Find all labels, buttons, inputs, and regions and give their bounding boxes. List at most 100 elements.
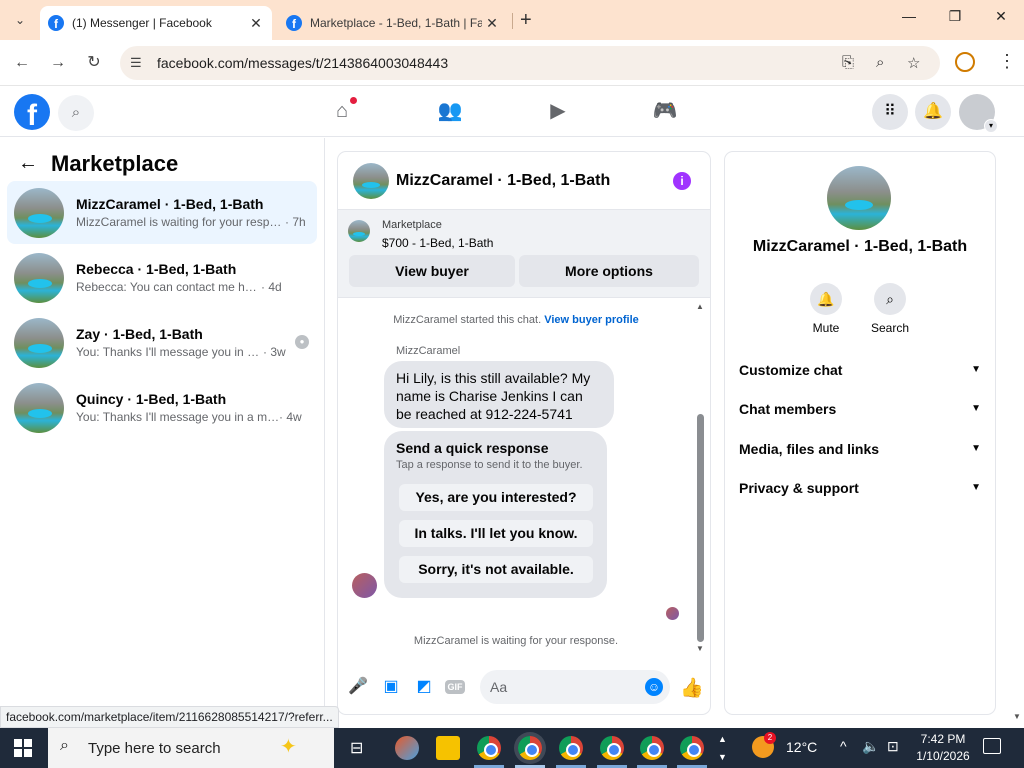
message-input[interactable] — [480, 670, 670, 704]
more-options-button[interactable]: More options — [519, 255, 699, 287]
window-close-button[interactable]: ✕ — [978, 8, 1024, 32]
chrome-icon[interactable] — [640, 736, 664, 760]
chat-started-text: MizzCaramel started this chat. — [393, 314, 542, 326]
scrollbar-thumb[interactable] — [697, 414, 704, 642]
conversation-item[interactable]: Zay · 1-Bed, 1-Bath You: Thanks I'll mes… — [7, 311, 317, 374]
facebook-logo[interactable]: f — [14, 94, 50, 130]
conversation-item[interactable]: Quincy · 1-Bed, 1-Bath You: Thanks I'll … — [7, 376, 317, 439]
section-customize-chat[interactable]: Customize chat ▼ — [739, 359, 981, 381]
chrome-icon[interactable] — [518, 736, 542, 760]
view-buyer-button[interactable]: View buyer — [349, 255, 515, 287]
windows-start-icon[interactable] — [14, 739, 32, 757]
gaming-icon[interactable]: 🎮 — [651, 97, 679, 125]
page-scroll-down-arrow-icon[interactable]: ▼ — [1013, 712, 1021, 721]
search-button[interactable]: ⌕ Search — [860, 283, 920, 335]
quick-response-subtitle: Tap a response to send it to the buyer. — [396, 459, 583, 471]
address-bar[interactable]: ☰ facebook.com/messages/t/21438640030484… — [120, 46, 940, 80]
chat-details-panel: MizzCaramel · 1-Bed, 1-Bath 🔔 Mute ⌕ Sea… — [725, 152, 995, 714]
watch-icon[interactable]: ▶ — [544, 97, 572, 125]
reload-icon[interactable]: ↻ — [83, 52, 105, 74]
chat-panel: MizzCaramel · 1-Bed, 1-Bath i Marketplac… — [338, 152, 710, 714]
minimize-button[interactable]: — — [886, 8, 932, 32]
tab-messenger[interactable]: f (1) Messenger | Facebook ✕ — [40, 6, 272, 40]
chrome-icon[interactable] — [680, 736, 704, 760]
chat-title[interactable]: MizzCaramel · 1-Bed, 1-Bath — [396, 172, 610, 190]
install-icon[interactable]: ⎘ — [842, 54, 854, 71]
zoom-icon[interactable]: ⌕ — [876, 54, 884, 71]
view-buyer-profile-link[interactable]: View buyer profile — [544, 314, 639, 326]
friends-icon[interactable]: 👥 — [436, 97, 464, 125]
mute-button[interactable]: 🔔 Mute — [796, 283, 856, 335]
bell-icon: 🔔 — [810, 283, 842, 315]
chevron-up-icon[interactable]: ^ — [840, 738, 847, 754]
taskbar-search-box[interactable]: ⌕ Type here to search ✦ — [48, 728, 334, 768]
volume-icon[interactable]: 🔈 — [862, 738, 879, 755]
task-view-icon[interactable]: ⊟ — [350, 738, 363, 758]
notifications-bell-icon[interactable]: 🔔 — [915, 94, 951, 130]
tab-title: Marketplace - 1-Bed, 1-Bath | Fa — [310, 16, 482, 30]
profile-icon[interactable] — [955, 52, 975, 72]
conversation-time: · 3w — [263, 345, 286, 359]
quick-response-option[interactable]: Sorry, it's not available. — [399, 556, 593, 583]
emoji-icon[interactable]: ☺ — [645, 678, 663, 696]
account-avatar[interactable]: ▾ — [959, 94, 998, 133]
info-icon[interactable]: i — [673, 172, 691, 190]
bookmark-star-icon[interactable]: ☆ — [907, 54, 920, 72]
notification-center-icon[interactable] — [983, 738, 1001, 754]
quick-response-option[interactable]: In talks. I'll let you know. — [399, 520, 593, 547]
back-arrow-icon[interactable]: ← — [18, 152, 38, 175]
chrome-icon[interactable] — [600, 736, 624, 760]
sticky-notes-icon[interactable] — [436, 736, 460, 760]
search-icon: ⌕ — [874, 283, 906, 315]
tab-close-icon[interactable]: ✕ — [482, 15, 502, 32]
conversation-item[interactable]: MizzCaramel · 1-Bed, 1-Bath MizzCaramel … — [7, 181, 317, 244]
url-text[interactable]: facebook.com/messages/t/2143864003048443 — [157, 55, 448, 71]
facebook-favicon-icon: f — [48, 15, 64, 31]
mute-label: Mute — [812, 321, 840, 335]
conversation-name: MizzCaramel · 1-Bed, 1-Bath — [76, 196, 264, 212]
weather-icon[interactable]: 2 — [752, 732, 776, 758]
menu-grid-icon[interactable]: ⠿ — [872, 94, 908, 130]
chrome-icon[interactable] — [559, 736, 583, 760]
section-privacy-support[interactable]: Privacy & support ▼ — [739, 477, 981, 499]
conversation-preview: Rebecca: You can contact me here. — [76, 280, 262, 294]
menu-icon[interactable]: ⋮ — [998, 51, 1016, 72]
scroll-down-arrow-icon[interactable]: ▼ — [696, 644, 704, 653]
sender-avatar — [352, 573, 377, 598]
chat-scrollbar[interactable]: ▲ ▼ — [696, 302, 705, 653]
paint-app-icon[interactable] — [395, 736, 419, 760]
section-chat-members[interactable]: Chat members ▼ — [739, 398, 981, 420]
profile-avatar[interactable] — [827, 166, 891, 230]
taskbar-scroll-icon[interactable]: ▲ ▼ — [718, 730, 727, 766]
thumbs-up-icon[interactable]: 👍 — [680, 676, 704, 700]
section-media-files-links[interactable]: Media, files and links ▼ — [739, 438, 981, 460]
tab-search-icon[interactable]: ⌄ — [8, 8, 32, 32]
back-icon[interactable]: ← — [11, 52, 33, 74]
site-info-icon[interactable]: ☰ — [130, 55, 142, 71]
tab-divider — [512, 13, 513, 29]
restore-button[interactable]: ❐ — [932, 8, 978, 32]
listing-thumbnail[interactable] — [348, 220, 370, 242]
weather-badge: 2 — [764, 732, 776, 744]
forward-icon[interactable]: → — [47, 52, 69, 74]
scroll-up-arrow-icon[interactable]: ▲ — [696, 302, 704, 311]
listing-price[interactable]: $700 - 1-Bed, 1-Bath — [382, 236, 493, 250]
conversation-item[interactable]: Rebecca · 1-Bed, 1-Bath Rebecca: You can… — [7, 246, 317, 309]
quick-response-option[interactable]: Yes, are you interested? — [399, 484, 593, 511]
tab-marketplace[interactable]: f Marketplace - 1-Bed, 1-Bath | Fa ✕ — [276, 6, 508, 40]
tab-close-icon[interactable]: ✕ — [246, 15, 266, 32]
gif-icon[interactable]: GIF — [445, 680, 465, 694]
photo-icon[interactable]: ▣ — [381, 677, 401, 697]
quick-response-title: Send a quick response — [396, 440, 549, 456]
new-tab-button[interactable]: + — [520, 10, 532, 30]
network-icon[interactable]: ⊡ — [887, 738, 899, 755]
chevron-down-icon: ▼ — [971, 443, 981, 454]
weather-temp[interactable]: 12°C — [786, 739, 817, 755]
microphone-icon[interactable]: 🎤 — [348, 677, 368, 697]
sticker-icon[interactable]: ◩ — [414, 677, 434, 697]
chat-avatar[interactable] — [353, 163, 389, 199]
conversation-name: Quincy · 1-Bed, 1-Bath — [76, 391, 227, 407]
search-icon[interactable]: ⌕ — [58, 95, 94, 131]
system-clock[interactable]: 7:42 PM 1/10/2026 — [910, 731, 976, 765]
chrome-icon[interactable] — [477, 736, 501, 760]
